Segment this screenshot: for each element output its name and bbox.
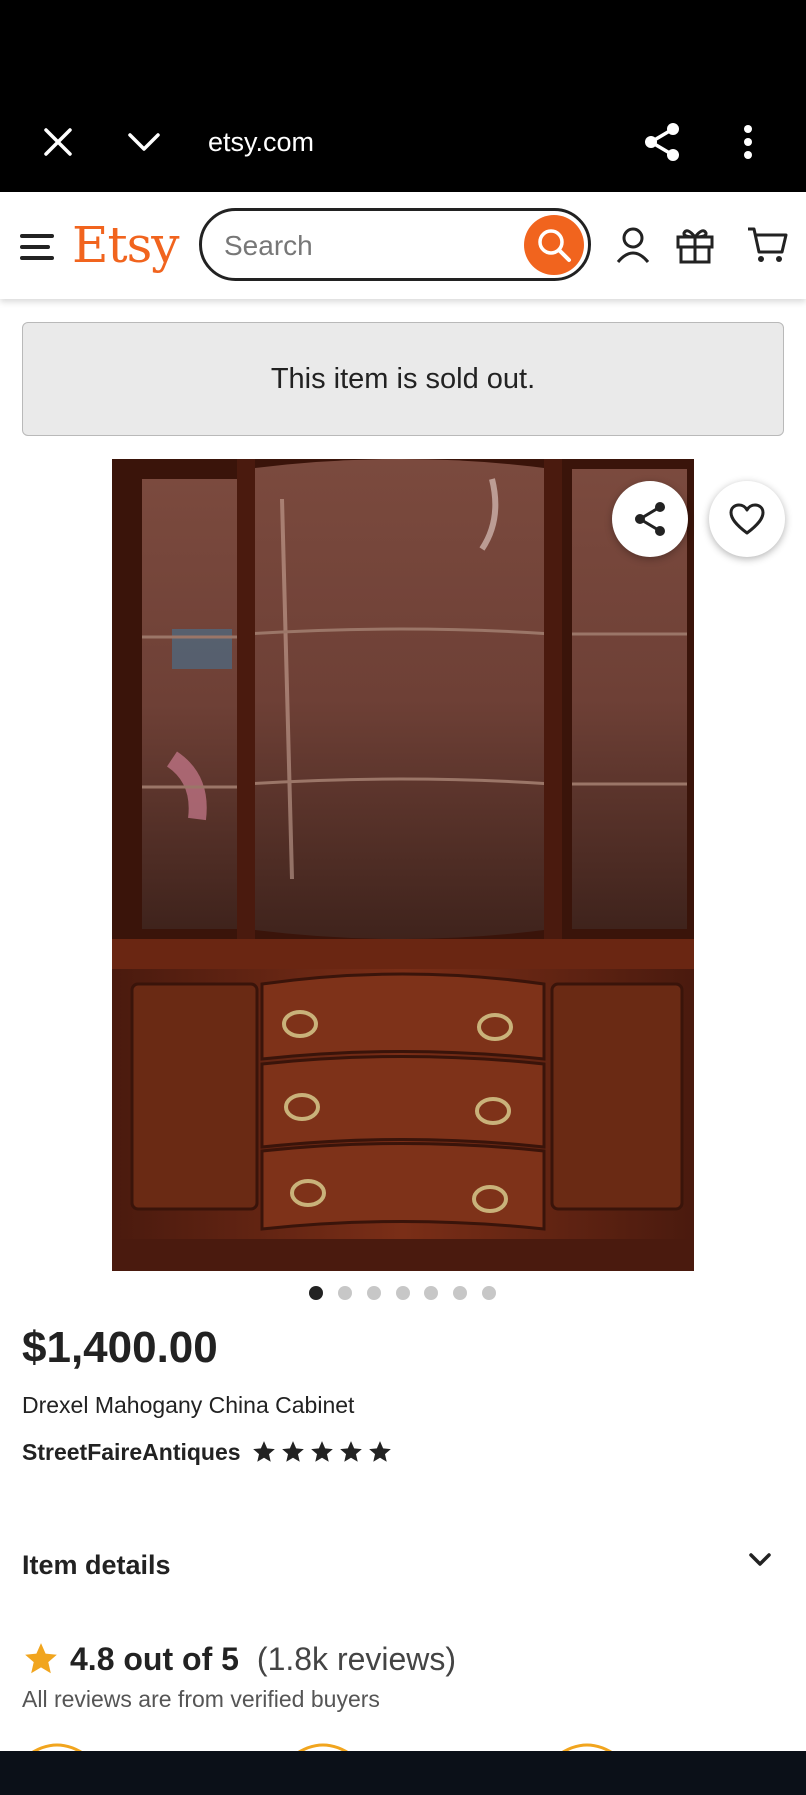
account-button[interactable] [610,222,656,268]
carousel-dot[interactable] [424,1286,438,1300]
heart-icon [729,503,765,535]
site-header: Etsy [0,192,806,299]
star-icon [25,1643,57,1674]
share-icon [645,123,679,161]
star-icon [368,1441,391,1462]
more-vertical-icon [744,125,752,159]
image-carousel-indicator [0,1286,806,1302]
carousel-dot[interactable] [338,1286,352,1300]
chevron-down-icon [128,133,160,151]
share-listing-button[interactable] [612,481,688,557]
cart-icon [748,227,788,262]
carousel-dot[interactable] [396,1286,410,1300]
rating-value: 4.8 out of 5 [70,1640,239,1677]
reviews-summary: 4.8 out of 5 (1.8k reviews) [22,1634,456,1684]
carousel-dot[interactable] [309,1286,323,1300]
menu-icon-line [20,245,50,249]
etsy-logo[interactable]: Etsy [72,214,179,276]
gifts-button[interactable] [672,222,718,268]
chevron-down-icon [749,1553,771,1566]
menu-icon-line [20,256,54,260]
user-icon [616,227,650,263]
star-icon [252,1441,275,1462]
favorite-button[interactable] [709,481,785,557]
minimize-tab-button[interactable] [104,92,184,192]
browser-toolbar: etsy.com [0,92,806,192]
verified-reviews-note: All reviews are from verified buyers [22,1686,380,1712]
shop-name-link[interactable]: StreetFaireAntiques [22,1439,241,1466]
cart-button[interactable] [744,222,790,268]
menu-button[interactable] [20,232,58,262]
carousel-dot[interactable] [453,1286,467,1300]
carousel-dot[interactable] [482,1286,496,1300]
share-page-button[interactable] [622,92,702,192]
gift-icon [676,229,714,264]
star-icon [310,1441,333,1462]
search-bar [199,208,591,281]
search-button[interactable] [524,215,584,275]
star-icon [339,1441,362,1462]
url-text[interactable]: etsy.com [208,92,314,192]
search-input[interactable] [222,211,506,280]
close-tab-button[interactable] [18,92,98,192]
share-icon [635,502,665,536]
shop-info: StreetFaireAntiques [22,1434,396,1470]
product-price: $1,400.00 [22,1323,218,1372]
star-icon [281,1441,304,1462]
review-count: (1.8k reviews) [256,1640,457,1677]
item-details-label: Item details [22,1549,171,1580]
search-icon [538,229,571,262]
browser-menu-button[interactable] [708,92,788,192]
china-cabinet-photo [112,459,694,1271]
product-image[interactable] [112,459,694,1271]
shop-rating-stars [251,1439,396,1465]
close-icon [44,128,72,156]
product-title: Drexel Mahogany China Cabinet [22,1392,355,1418]
status-bar [0,0,806,92]
bottom-navigation-bar [0,1751,806,1795]
sold-out-text: This item is sold out. [270,362,536,395]
sold-out-notice: This item is sold out. [22,322,784,436]
carousel-dot[interactable] [367,1286,381,1300]
menu-icon-line [20,234,54,238]
item-details-toggle[interactable]: Item details [22,1540,784,1590]
